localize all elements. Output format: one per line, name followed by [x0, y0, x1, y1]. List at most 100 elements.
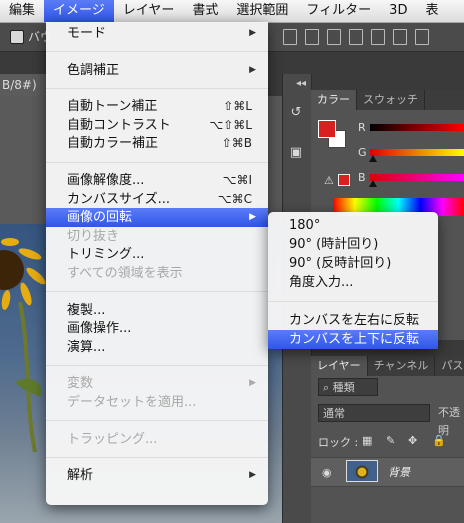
- menu-separator: [46, 291, 268, 293]
- rotate-menu-item[interactable]: 90° (反時計回り): [268, 254, 438, 273]
- channel-r-slider[interactable]: [370, 124, 464, 131]
- cube-icon[interactable]: ▣: [287, 144, 305, 162]
- rotate-menu-item-label: カンバスを上下に反転: [289, 332, 420, 347]
- tab-color[interactable]: カラー: [311, 90, 357, 110]
- lock-paint-icon[interactable]: ✎: [386, 434, 395, 447]
- gamut-warning-swatch[interactable]: [338, 174, 350, 186]
- align-top-icon[interactable]: [283, 29, 297, 45]
- document-tab[interactable]: B/8#): [0, 74, 48, 96]
- layer-name: 背景: [388, 466, 410, 479]
- image-menu-item-label: 画像操作...: [67, 321, 132, 337]
- image-menu-item[interactable]: 画像解像度... ⌥⌘I: [46, 171, 268, 190]
- image-menu-item[interactable]: カンバスサイズ... ⌥⌘C: [46, 190, 268, 209]
- image-menu-item-label: 切り抜き: [67, 228, 120, 244]
- image-menu-item-label: 画像の回転: [67, 210, 133, 226]
- image-menu-item[interactable]: モード ▶: [46, 24, 268, 43]
- rotate-menu-item[interactable]: 180°: [268, 216, 438, 235]
- image-menu-item[interactable]: 解析 ▶: [46, 466, 268, 485]
- image-menu-item: すべての領域を表示: [46, 264, 268, 283]
- menu-separator: [46, 420, 268, 422]
- rotate-menu-item-label: 90° (時計回り): [289, 237, 379, 252]
- distribute-icon[interactable]: [415, 29, 429, 45]
- menu-type[interactable]: 書式: [183, 0, 227, 22]
- channel-g-thumb[interactable]: [369, 155, 377, 162]
- rotate-menu-item-label: 角度入力...: [289, 275, 354, 290]
- align-middle-icon[interactable]: [305, 29, 319, 45]
- image-menu-item[interactable]: 演算...: [46, 338, 268, 357]
- options-checkbox[interactable]: [10, 30, 24, 44]
- menu-separator: [46, 456, 268, 458]
- align-icons: [283, 29, 429, 45]
- menu-edit[interactable]: 編集: [0, 0, 44, 22]
- search-icon: ⌕: [323, 381, 333, 394]
- image-menu: モード ▶ 色調補正 ▶ 自動トーン補正 ⇧⌘L 自動コントラスト ⌥⇧⌘L 自動カラー補正 ⇧⌘…: [46, 22, 268, 505]
- submenu-arrow-icon: ▶: [249, 28, 256, 38]
- image-menu-item-label: 自動コントラスト: [67, 117, 171, 133]
- channel-b-label: B: [358, 171, 366, 184]
- image-menu-item-label: 自動カラー補正: [67, 136, 159, 152]
- image-menu-item-label: 演算...: [67, 339, 106, 355]
- layers-panel-tabs: レイヤー チャンネル パス: [311, 356, 464, 376]
- image-menu-item: データセットを適用...: [46, 393, 268, 412]
- menu-separator: [46, 161, 268, 163]
- shortcut-label: ⇧⌘B: [221, 136, 252, 151]
- lock-label: ロック :: [318, 436, 359, 449]
- layer-thumbnail: [346, 460, 378, 482]
- lock-all-icon[interactable]: 🔒: [432, 434, 446, 447]
- lock-move-icon[interactable]: ✥: [408, 434, 417, 447]
- image-menu-item[interactable]: 複製...: [46, 301, 268, 320]
- channel-g-label: G: [358, 146, 367, 159]
- align-left-icon[interactable]: [349, 29, 363, 45]
- menu-view[interactable]: 表: [416, 0, 447, 22]
- menu-image[interactable]: イメージ: [44, 0, 114, 22]
- submenu-arrow-icon: ▶: [249, 64, 256, 75]
- history-icon[interactable]: ↺: [287, 104, 305, 122]
- layer-filter-kind[interactable]: ⌕ 種類: [318, 378, 378, 396]
- blend-mode-select[interactable]: 通常: [318, 404, 430, 422]
- rotate-menu-item-label: 90° (反時計回り): [289, 256, 392, 271]
- align-center-icon[interactable]: [371, 29, 385, 45]
- image-menu-item[interactable]: トリミング...: [46, 245, 268, 264]
- menu-separator: [46, 364, 268, 366]
- rotate-menu-item-label: カンバスを左右に反転: [289, 313, 420, 328]
- menu-bar: 編集 イメージ レイヤー 書式 選択範囲 フィルター 3D 表: [0, 0, 464, 23]
- tab-channels[interactable]: チャンネル: [368, 356, 436, 376]
- channel-g-slider[interactable]: [370, 149, 464, 156]
- image-menu-item[interactable]: 自動コントラスト ⌥⇧⌘L: [46, 116, 268, 135]
- image-menu-item[interactable]: 画像の回転 ▶: [46, 208, 268, 228]
- image-menu-item-label: すべての領域を表示: [67, 266, 183, 281]
- menu-3d[interactable]: 3D: [380, 0, 416, 22]
- color-panel-tabs: カラー スウォッチ: [311, 90, 464, 110]
- image-menu-item-label: 色調補正: [67, 62, 120, 78]
- tab-paths[interactable]: パス: [435, 356, 464, 376]
- rotate-menu-item[interactable]: 90° (時計回り): [268, 235, 438, 254]
- menu-separator: [268, 301, 438, 302]
- lock-transparent-icon[interactable]: ▦: [362, 434, 372, 447]
- rotate-menu-item[interactable]: カンバスを上下に反転: [268, 330, 438, 349]
- image-menu-item[interactable]: 画像操作...: [46, 319, 268, 338]
- menu-select[interactable]: 選択範囲: [227, 0, 297, 22]
- image-menu-item[interactable]: 自動カラー補正 ⇧⌘B: [46, 134, 268, 153]
- eye-icon[interactable]: ◉: [322, 466, 332, 479]
- channel-b-thumb[interactable]: [369, 180, 377, 187]
- image-menu-item-label: モード: [67, 26, 107, 41]
- rotate-menu-item[interactable]: カンバスを左右に反転: [268, 311, 438, 330]
- menu-filter[interactable]: フィルター: [297, 0, 380, 22]
- image-menu-item[interactable]: 自動トーン補正 ⇧⌘L: [46, 97, 268, 116]
- image-menu-item-label: 複製...: [67, 302, 106, 318]
- align-bottom-icon[interactable]: [327, 29, 341, 45]
- foreground-color-swatch[interactable]: [318, 120, 336, 138]
- rotate-menu-item[interactable]: 角度入力...: [268, 273, 438, 292]
- submenu-arrow-icon: ▶: [249, 378, 256, 389]
- shortcut-label: ⌥⌘I: [222, 173, 252, 187]
- collapse-panels-icon[interactable]: ◂◂: [296, 78, 306, 89]
- shortcut-label: ⌥⇧⌘L: [209, 117, 252, 132]
- gamut-warning-icon[interactable]: ⚠: [324, 174, 334, 187]
- image-menu-item[interactable]: 色調補正 ▶: [46, 61, 268, 80]
- channel-b-slider[interactable]: [370, 174, 464, 181]
- image-menu-item-label: 画像解像度...: [67, 173, 145, 188]
- menu-layer[interactable]: レイヤー: [114, 0, 184, 22]
- tab-layers[interactable]: レイヤー: [311, 356, 368, 376]
- tab-swatches[interactable]: スウォッチ: [357, 90, 425, 110]
- align-right-icon[interactable]: [393, 29, 407, 45]
